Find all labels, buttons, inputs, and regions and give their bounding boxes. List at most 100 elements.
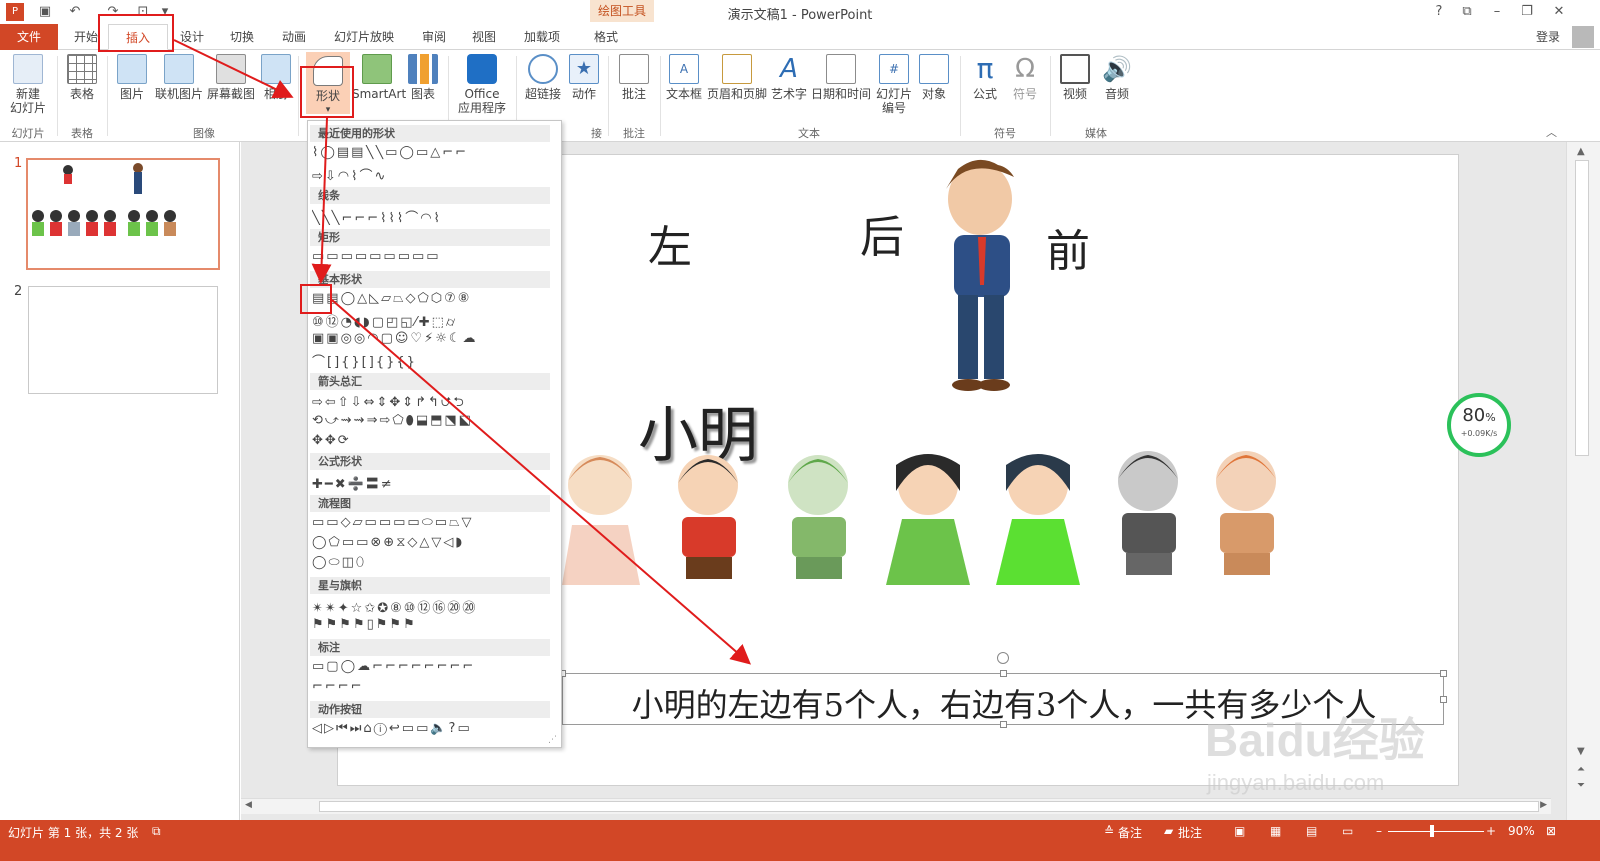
slide-sorter-icon[interactable]: ▦: [1270, 824, 1281, 838]
zoom-out-icon[interactable]: –: [1376, 824, 1382, 838]
network-speed-widget[interactable]: 80% +0.09K/s: [1447, 393, 1511, 457]
gallery-row[interactable]: ⇨⇦⇧⇩⇔⇕✥⇕↱↰⮍⮌: [312, 393, 548, 411]
tab-transitions[interactable]: 切换: [222, 24, 262, 50]
tab-review[interactable]: 审阅: [414, 24, 454, 50]
audio-button[interactable]: 🔊 音频: [1098, 54, 1136, 101]
label-left[interactable]: 左: [648, 211, 692, 275]
close-button[interactable]: ✕: [1546, 2, 1572, 22]
header-footer-button[interactable]: 页眉和页脚: [706, 54, 768, 101]
wordart-button[interactable]: A 艺术字: [770, 54, 808, 101]
previous-slide-icon[interactable]: ⏶: [1577, 764, 1585, 775]
tab-slideshow[interactable]: 幻灯片放映: [326, 24, 402, 50]
gallery-row[interactable]: ◯⬠▭▭⊗⊕⧖◇△▽◁◗: [312, 535, 548, 553]
tab-view[interactable]: 视图: [464, 24, 504, 50]
next-slide-icon[interactable]: ⏷: [1577, 780, 1585, 791]
comment-button[interactable]: 批注: [614, 54, 654, 101]
video-button[interactable]: 视频: [1056, 54, 1094, 101]
notes-icon[interactable]: ≙: [1104, 824, 1114, 838]
minimize-button[interactable]: –: [1484, 2, 1510, 22]
gallery-row[interactable]: ⌇◯▤▤╲╲▭◯▭△⌐⌐: [312, 145, 548, 163]
zoom-level[interactable]: 90%: [1508, 824, 1535, 838]
fit-slide-icon[interactable]: ⊠: [1546, 824, 1556, 838]
scroll-left-icon[interactable]: ◀: [245, 800, 252, 810]
label-front[interactable]: 前: [1046, 215, 1090, 279]
reading-view-icon[interactable]: ▤: [1306, 824, 1317, 838]
gallery-row[interactable]: ⌐⌐⌐⌐: [312, 679, 548, 697]
gallery-row[interactable]: ▭▭▭▭▭▭▭▭▭: [312, 249, 548, 267]
scroll-up-icon[interactable]: ▲: [1577, 146, 1585, 157]
signin-link[interactable]: 登录: [1536, 28, 1560, 45]
notes-button[interactable]: 备注: [1118, 824, 1142, 841]
normal-view-icon[interactable]: ▣: [1234, 824, 1245, 838]
gallery-row[interactable]: ✥✥⟳: [312, 433, 548, 451]
smartart-button[interactable]: SmartArt: [352, 54, 406, 101]
gallery-row[interactable]: ▣▣◎◎◠▢☺♡⚡☼☾☁: [312, 331, 548, 349]
gallery-row[interactable]: ▭▭◇▱▭▭▭▭⬭▭⏢▽: [312, 515, 548, 533]
vertical-scroll-thumb[interactable]: [1575, 160, 1589, 456]
slide-thumbnail-2[interactable]: [28, 286, 218, 394]
slide-thumbnail-1[interactable]: [26, 158, 220, 270]
resize-handle[interactable]: [1000, 670, 1007, 677]
gallery-row[interactable]: ✴✴✦☆✩✪⑧⑩⑫⑯⑳⑳: [312, 597, 548, 615]
tab-addins[interactable]: 加载项: [516, 24, 568, 50]
children-row-image[interactable]: [562, 445, 1292, 615]
maximize-button[interactable]: ❐: [1514, 2, 1540, 22]
comments-icon[interactable]: ▰: [1164, 824, 1173, 838]
gallery-row[interactable]: ⟲⤻⇝⇝⇒⇨⬠⬮⬓⬒⬔⬕: [312, 413, 548, 431]
zoom-in-icon[interactable]: +: [1486, 824, 1496, 838]
resize-handle[interactable]: [1440, 696, 1447, 703]
group-separator: [107, 56, 108, 136]
vertical-scrollbar[interactable]: ▲ ▼ ⏶ ⏷: [1566, 142, 1600, 820]
gallery-row[interactable]: ▭▢◯☁⌐⌐⌐⌐⌐⌐⌐⌐: [312, 659, 548, 677]
zoom-slider-handle[interactable]: [1430, 825, 1434, 837]
thinking-man-image[interactable]: [928, 159, 1038, 403]
net-percent-sign: %: [1485, 411, 1496, 424]
gallery-row[interactable]: ⚑⚑⚑⚑▯⚑⚑⚑: [312, 617, 548, 635]
gallery-row[interactable]: ⌒[]{}[]{}{}: [312, 351, 548, 369]
label-back[interactable]: 后: [860, 201, 904, 265]
spellcheck-icon[interactable]: ⧉: [152, 824, 161, 839]
audio-label: 音频: [1104, 87, 1129, 101]
gallery-row[interactable]: ▤▤◯△◺▱⏢◇⬠⬡⑦⑧: [312, 291, 548, 309]
comments-button[interactable]: 批注: [1178, 824, 1202, 841]
office-apps-button[interactable]: Office 应用程序: [452, 54, 512, 115]
resize-handle[interactable]: [1440, 670, 1447, 677]
action-button[interactable]: ★ 动作: [566, 54, 602, 101]
resize-grip-icon[interactable]: ⋰: [548, 735, 557, 745]
scroll-down-icon[interactable]: ▼: [1577, 746, 1585, 757]
rotate-handle-icon[interactable]: [997, 652, 1009, 664]
picture-button[interactable]: 图片: [114, 54, 150, 101]
tab-animations[interactable]: 动画: [274, 24, 314, 50]
online-picture-button[interactable]: 联机图片: [154, 54, 204, 101]
tab-design[interactable]: 设计: [172, 24, 212, 50]
tab-format[interactable]: 格式: [586, 24, 626, 50]
new-slide-button[interactable]: 新建 幻灯片: [4, 54, 52, 115]
zoom-slider-track[interactable]: [1388, 831, 1484, 832]
help-button[interactable]: ?: [1426, 2, 1452, 22]
textbox-button[interactable]: A 文本框: [664, 54, 704, 101]
gallery-row[interactable]: ⑩⑫◔◖◗▢◰◱⁄✚⬚⌭: [312, 311, 548, 329]
datetime-button[interactable]: 日期和时间: [810, 54, 872, 101]
slideshow-view-icon[interactable]: ▭: [1342, 824, 1353, 838]
ribbon-display-options-button[interactable]: ⧉: [1454, 2, 1480, 22]
screenshot-button[interactable]: 屏幕截图: [206, 54, 256, 101]
hyperlink-button[interactable]: 超链接: [522, 54, 564, 101]
object-button[interactable]: 对象: [916, 54, 952, 101]
resize-handle[interactable]: [1000, 721, 1007, 728]
album-button[interactable]: 相册: [258, 54, 294, 101]
chart-button[interactable]: 图表: [404, 54, 442, 101]
gallery-row[interactable]: ◁▷⏮⏭⌂ⓘ↩▭▭🔈?▭: [312, 721, 548, 739]
gallery-row[interactable]: ╲╲╲⌐⌐⌐⌇⌇⌇⌒◠⌇: [312, 207, 548, 225]
gallery-row[interactable]: ◯⬭◫⬯: [312, 555, 548, 573]
gallery-row[interactable]: ⇨⇩◠⌇⌒∿: [312, 165, 548, 183]
scroll-right-icon[interactable]: ▶: [1540, 800, 1547, 810]
slide-number-button[interactable]: # 幻灯片 编号: [874, 54, 914, 115]
symbol-button[interactable]: Ω 符号: [1006, 54, 1044, 101]
group-symbols: 符号: [994, 127, 1016, 140]
equation-button[interactable]: π 公式: [966, 54, 1004, 102]
tab-file[interactable]: 文件: [0, 24, 58, 50]
avatar-icon[interactable]: [1572, 26, 1594, 48]
gallery-row[interactable]: ✚━✖➗〓≠: [312, 473, 548, 491]
table-button[interactable]: 表格: [62, 54, 102, 101]
collapse-ribbon-icon[interactable]: ︿: [1546, 124, 1557, 140]
